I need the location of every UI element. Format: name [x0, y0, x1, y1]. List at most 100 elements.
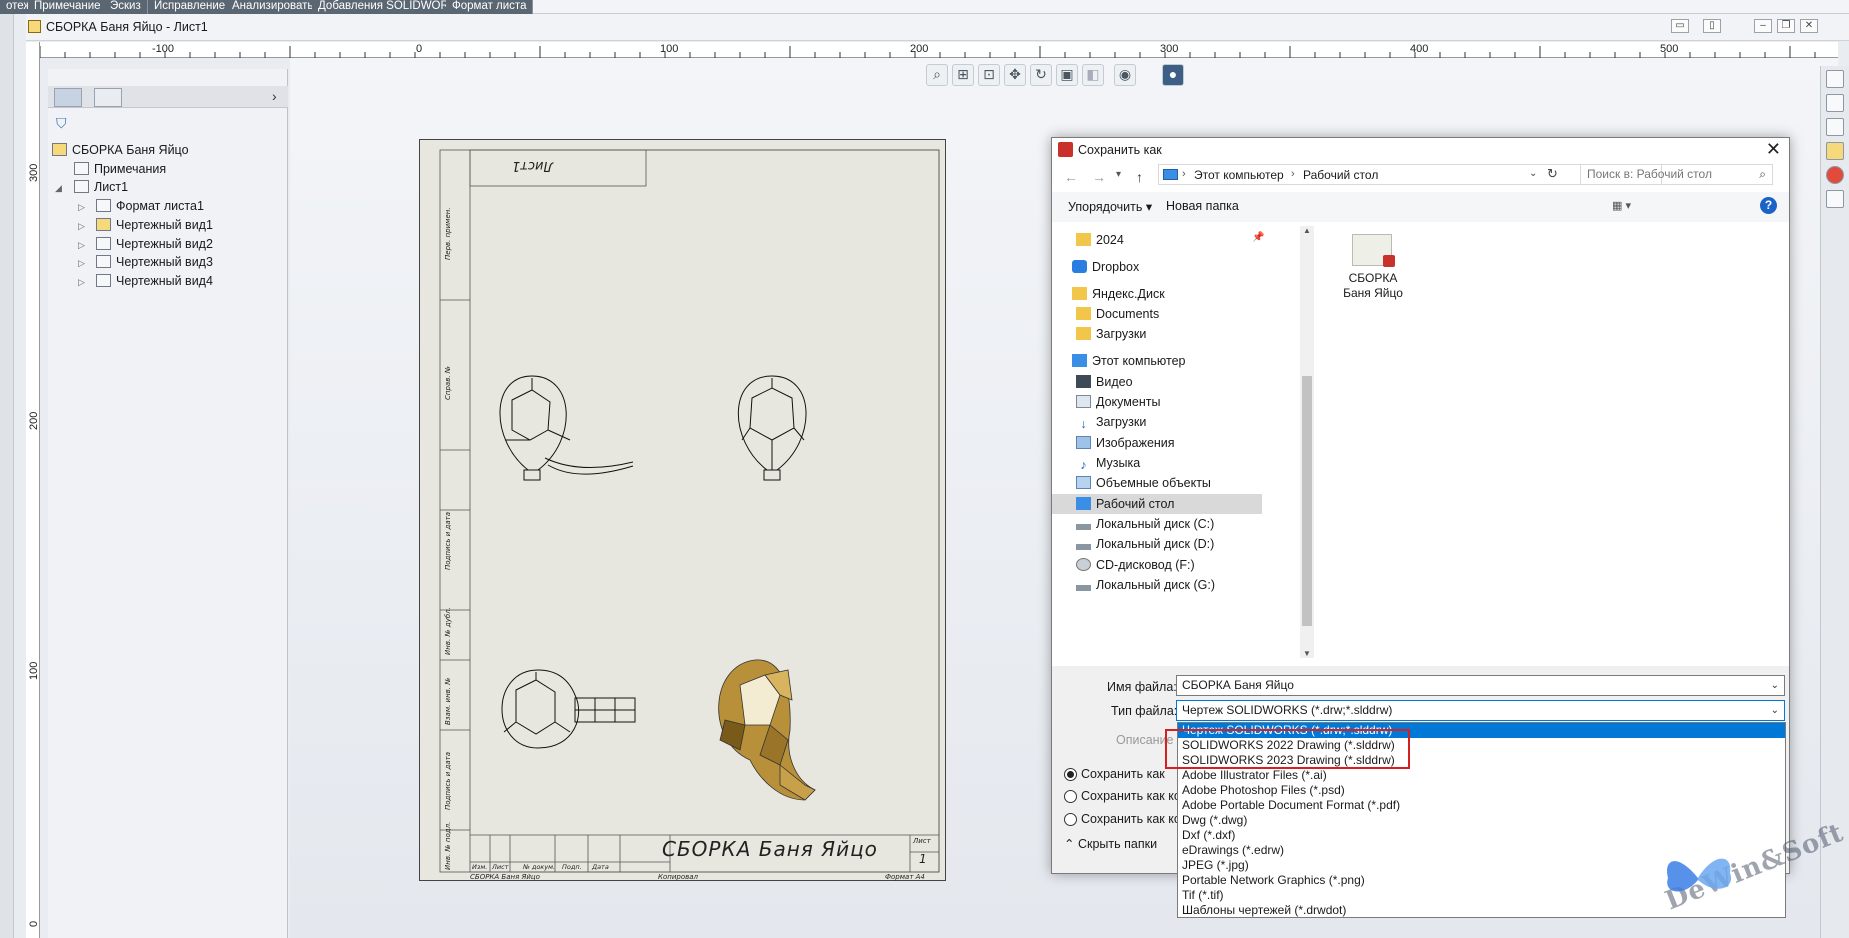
expand-arrow-icon[interactable]: ›	[272, 88, 277, 104]
tile-vertical-button[interactable]: ▯	[1703, 19, 1721, 33]
view-options-icon[interactable]: ▦ ▾	[1612, 199, 1631, 212]
view-palette-icon[interactable]	[1826, 142, 1844, 160]
zoom-selection-icon[interactable]: ⊡	[978, 64, 1000, 86]
chevron-down-icon[interactable]: ⌄	[1771, 676, 1779, 695]
nav-item[interactable]: Яндекс.Диск	[1072, 284, 1165, 304]
chevron-down-icon[interactable]: ⌄	[1529, 168, 1537, 179]
dropdown-option[interactable]: Dxf (*.dxf)	[1178, 828, 1785, 843]
nav-item[interactable]: ↓ Загрузки	[1076, 412, 1146, 432]
filetype-select[interactable]: Чертеж SOLIDWORKS (*.drw;*.slddrw) ⌄	[1176, 700, 1785, 721]
nav-item[interactable]: Этот компьютер	[1072, 351, 1185, 371]
custom-properties-icon[interactable]	[1826, 190, 1844, 208]
search-input[interactable]: Поиск в: Рабочий стол ⌕	[1580, 164, 1773, 185]
nav-item[interactable]: Видео	[1076, 372, 1133, 392]
nav-item-selected[interactable]: Рабочий стол	[1052, 494, 1262, 514]
expand-arrow-icon[interactable]: ▷	[78, 277, 85, 288]
tree-view[interactable]: Чертежный вид1	[96, 216, 213, 234]
nav-item[interactable]: Изображения	[1076, 433, 1175, 453]
drawing-doc-icon	[28, 20, 41, 33]
left-edge-strip	[0, 14, 14, 938]
breadcrumb-item[interactable]: Рабочий стол	[1303, 168, 1378, 182]
display-style-icon[interactable]: ▣	[1056, 64, 1078, 86]
desktop-icon	[1076, 497, 1091, 510]
file-item-label[interactable]: СБОРКА Баня Яйцо	[1332, 271, 1414, 301]
chevron-down-icon[interactable]: ⌄	[1771, 701, 1779, 720]
scroll-down-icon[interactable]: ▼	[1303, 649, 1311, 658]
restore-button[interactable]: ❐	[1777, 19, 1795, 33]
close-icon[interactable]: ✕	[1766, 139, 1781, 160]
tile-horizontal-button[interactable]: ▭	[1671, 19, 1689, 33]
appearance-icon[interactable]: ●	[1162, 64, 1184, 86]
tree-view[interactable]: Чертежный вид2	[96, 235, 213, 253]
tree-sheet-format[interactable]: Формат листа1	[96, 197, 204, 215]
dropdown-option[interactable]: Dwg (*.dwg)	[1178, 813, 1785, 828]
tree-notes[interactable]: Примечания	[74, 160, 166, 178]
sheet-top-label: Лист1	[512, 158, 554, 173]
dropdown-option[interactable]: Adobe Portable Document Format (*.pdf)	[1178, 798, 1785, 813]
zoom-area-icon[interactable]: ⊞	[952, 64, 974, 86]
drawing-sheet[interactable]: Лист1 Перв. примен. Справ. № Подпись и д…	[419, 139, 946, 881]
up-arrow-icon[interactable]: ↑	[1136, 169, 1143, 185]
collapse-arrow-icon[interactable]: ◢	[55, 183, 62, 194]
new-folder-button[interactable]: Новая папка	[1166, 199, 1239, 213]
scrollbar-thumb[interactable]	[1302, 376, 1312, 626]
nav-item[interactable]: Локальный диск (C:)	[1076, 514, 1214, 534]
nav-item[interactable]: Локальный диск (D:)	[1076, 534, 1214, 554]
forward-arrow-icon[interactable]: →	[1092, 169, 1106, 185]
expand-arrow-icon[interactable]: ▷	[78, 221, 85, 232]
rotate-icon[interactable]: ↻	[1030, 64, 1052, 86]
dropdown-option[interactable]: Adobe Photoshop Files (*.psd)	[1178, 783, 1785, 798]
expand-arrow-icon[interactable]: ▷	[78, 258, 85, 269]
nav-item-label: Видео	[1096, 375, 1133, 389]
close-doc-button[interactable]: ✕	[1800, 19, 1818, 33]
save-as-copy-open-radio[interactable]	[1064, 813, 1077, 826]
dropdown-option[interactable]: Adobe Illustrator Files (*.ai)	[1178, 768, 1785, 783]
resources-icon[interactable]	[1826, 94, 1844, 112]
expand-arrow-icon[interactable]: ▷	[78, 202, 85, 213]
nav-item[interactable]: Объемные объекты	[1076, 473, 1211, 493]
save-as-copy-radio[interactable]	[1064, 790, 1077, 803]
tab-evaluate[interactable]: Анализировать	[226, 0, 321, 14]
filter-icon[interactable]: ⛉	[56, 115, 67, 132]
section-view-icon[interactable]: ◧	[1082, 64, 1104, 86]
nav-item[interactable]: CD-дисковод (F:)	[1076, 555, 1195, 575]
pan-icon[interactable]: ✥	[1004, 64, 1026, 86]
tree-root[interactable]: СБОРКА Баня Яйцо	[52, 141, 189, 159]
tab-annotation[interactable]: Примечание	[28, 0, 108, 14]
pin-icon[interactable]: 📌	[1252, 232, 1264, 243]
nav-item[interactable]: ♪ Музыка	[1076, 453, 1140, 473]
minimize-button[interactable]: –	[1754, 19, 1772, 33]
tree-view[interactable]: Чертежный вид3	[96, 253, 213, 271]
file-explorer-icon[interactable]	[1826, 118, 1844, 136]
property-manager-tab[interactable]	[94, 88, 122, 107]
hide-show-icon[interactable]: ◉	[1114, 64, 1136, 86]
nav-item[interactable]: Dropbox	[1072, 257, 1139, 277]
breadcrumb-item[interactable]: Этот компьютер	[1194, 168, 1284, 182]
tree-sheet[interactable]: Лист1	[74, 178, 128, 196]
home-icon[interactable]	[1826, 70, 1844, 88]
filename-input[interactable]: СБОРКА Баня Яйцо ⌄	[1176, 675, 1785, 696]
refresh-icon[interactable]: ↻	[1547, 166, 1558, 182]
organize-button[interactable]: Упорядочить ▾	[1068, 199, 1152, 214]
tab-sketch[interactable]: Эскиз	[104, 0, 148, 14]
feature-tree-tab[interactable]	[54, 88, 82, 107]
nav-item[interactable]: Локальный диск (G:)	[1076, 575, 1215, 595]
help-icon[interactable]: ?	[1760, 197, 1777, 214]
expand-arrow-icon[interactable]: ▷	[78, 240, 85, 251]
hide-folders-button[interactable]: ⌃ Скрыть папки	[1064, 836, 1157, 851]
nav-item[interactable]: Документы	[1076, 392, 1160, 412]
nav-item[interactable]: 2024	[1076, 230, 1124, 250]
tree-view[interactable]: Чертежный вид4	[96, 272, 213, 290]
appearances-icon[interactable]	[1826, 166, 1844, 184]
zoom-to-fit-icon[interactable]: ⌕	[926, 64, 948, 86]
scroll-up-icon[interactable]: ▲	[1303, 226, 1311, 235]
nav-item[interactable]: Загрузки	[1076, 324, 1146, 344]
tab-sheet-format[interactable]: Формат листа	[446, 0, 534, 14]
back-arrow-icon[interactable]: ←	[1064, 169, 1078, 185]
drawing-file-icon[interactable]	[1352, 234, 1395, 267]
drive-icon	[1076, 544, 1091, 550]
nav-item[interactable]: Documents	[1076, 304, 1159, 324]
tab-markup[interactable]: Исправление	[148, 0, 233, 14]
save-as-radio[interactable]	[1064, 768, 1077, 781]
history-dropdown-icon[interactable]: ▾	[1116, 169, 1121, 180]
